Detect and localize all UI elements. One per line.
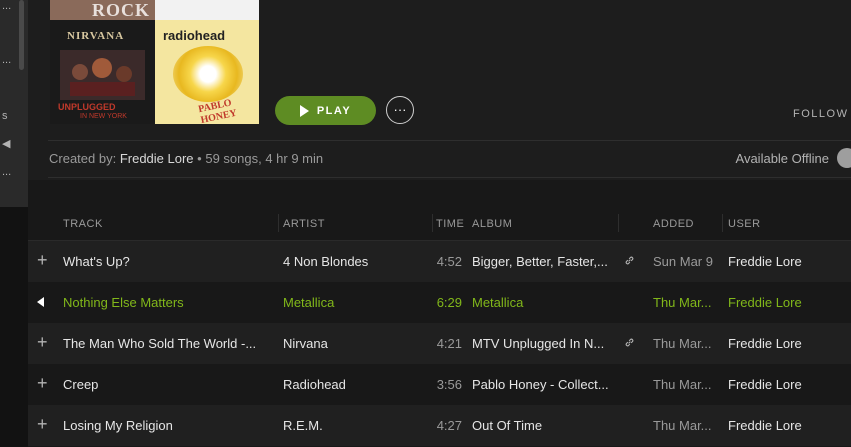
cover-rock-text: ROCK bbox=[92, 0, 150, 20]
table-row[interactable]: + Losing My Religion R.E.M. 4:27 Out Of Time… bbox=[28, 405, 851, 446]
now-playing-speaker-icon[interactable] bbox=[37, 297, 44, 307]
play-icon bbox=[299, 104, 309, 117]
playlist-meta: Created by: Freddie Lore • 59 songs, 4 h… bbox=[49, 151, 323, 166]
column-resizer[interactable] bbox=[432, 214, 433, 232]
available-offline-label: Available Offline bbox=[735, 151, 829, 166]
link-icon[interactable] bbox=[624, 337, 635, 348]
track-duration: 4:52 bbox=[436, 254, 462, 269]
track-duration: 6:29 bbox=[436, 295, 462, 310]
album-link[interactable]: Metallica bbox=[472, 295, 523, 310]
cover-radiohead-art bbox=[173, 46, 243, 102]
cover-tile-nirvana: NIRVANA UNPLUGGED IN NEW YORK bbox=[50, 20, 155, 124]
sidebar-glyph: ... bbox=[2, 54, 12, 66]
cover-tile-radiohead: radiohead PABLO HONEY bbox=[155, 20, 259, 124]
offline-toggle[interactable] bbox=[837, 148, 851, 168]
speaker-icon: ◀ bbox=[2, 138, 11, 150]
table-row[interactable]: + What's Up? 4 Non Blondes 4:52 Bigger, Bett… bbox=[28, 241, 851, 282]
cover-nirvana-logo: NIRVANA bbox=[67, 30, 125, 42]
track-duration: 3:56 bbox=[436, 377, 462, 392]
left-sidebar: ... ... s ◀ ... bbox=[0, 0, 28, 447]
column-resizer[interactable] bbox=[722, 214, 723, 232]
date-added: Thu Mar... bbox=[653, 418, 712, 433]
sidebar-glyph: s bbox=[2, 110, 8, 122]
artist-link[interactable]: Metallica bbox=[283, 295, 334, 310]
cover-radiohead-logo: radiohead bbox=[163, 28, 226, 43]
playlist-summary: • 59 songs, 4 hr 9 min bbox=[197, 151, 324, 166]
user-link[interactable]: Freddie Lore bbox=[728, 336, 802, 351]
track-name[interactable]: Losing My Religion bbox=[63, 418, 173, 433]
play-label: PLAY bbox=[316, 104, 352, 117]
column-resizer[interactable] bbox=[618, 214, 619, 232]
col-header-track[interactable]: TRACK bbox=[63, 218, 103, 230]
col-header-time[interactable]: TIME bbox=[436, 218, 464, 230]
follow-button[interactable]: FOLLOW bbox=[793, 108, 851, 120]
artist-link[interactable]: 4 Non Blondes bbox=[283, 254, 368, 269]
created-by-label: Created by: bbox=[49, 151, 117, 166]
ellipsis-icon: ··· bbox=[393, 102, 407, 117]
user-link[interactable]: Freddie Lore bbox=[728, 377, 802, 392]
add-track-icon[interactable]: + bbox=[37, 415, 48, 433]
add-track-icon[interactable]: + bbox=[37, 374, 48, 392]
user-link[interactable]: Freddie Lore bbox=[728, 295, 802, 310]
artist-link[interactable]: Nirvana bbox=[283, 336, 328, 351]
track-name[interactable]: Nothing Else Matters bbox=[63, 295, 184, 310]
date-added: Thu Mar... bbox=[653, 336, 712, 351]
play-button[interactable]: PLAY bbox=[275, 96, 376, 125]
track-name[interactable]: Creep bbox=[63, 377, 98, 392]
table-header: TRACK ARTIST TIME ALBUM ADDED USER bbox=[28, 206, 851, 241]
sidebar-glyph: ... bbox=[2, 166, 12, 178]
artist-link[interactable]: R.E.M. bbox=[283, 418, 323, 433]
album-link[interactable]: Out Of Time bbox=[472, 418, 542, 433]
playlist-view: ROCK NIRVANA UNPLUGGED IN NEW YORK radio… bbox=[28, 0, 851, 447]
cover-tile-top-right bbox=[155, 0, 259, 20]
album-link[interactable]: Pablo Honey - Collect... bbox=[472, 377, 609, 392]
track-name[interactable]: The Man Who Sold The World -... bbox=[63, 336, 256, 351]
column-resizer[interactable] bbox=[278, 214, 279, 232]
table-row[interactable]: + The Man Who Sold The World -... Nirvana 4… bbox=[28, 323, 851, 364]
cover-nirvana-subtext: IN NEW YORK bbox=[80, 113, 127, 120]
user-link[interactable]: Freddie Lore bbox=[728, 254, 802, 269]
playlist-cover: ROCK NIRVANA UNPLUGGED IN NEW YORK radio… bbox=[50, 0, 259, 124]
playlist-header: ROCK NIRVANA UNPLUGGED IN NEW YORK radio… bbox=[28, 0, 851, 180]
track-duration: 4:21 bbox=[436, 336, 462, 351]
link-icon[interactable] bbox=[624, 255, 635, 266]
date-added: Thu Mar... bbox=[653, 295, 712, 310]
col-header-added[interactable]: ADDED bbox=[653, 218, 694, 230]
meta-divider bbox=[48, 177, 851, 178]
album-link[interactable]: Bigger, Better, Faster,... bbox=[472, 254, 608, 269]
cover-nirvana-text: UNPLUGGED bbox=[58, 102, 116, 112]
col-header-artist[interactable]: ARTIST bbox=[283, 218, 325, 230]
cover-tile-rock: ROCK bbox=[50, 0, 155, 20]
cover-nirvana-art bbox=[60, 50, 145, 100]
sidebar-scrollbar[interactable] bbox=[19, 0, 24, 70]
track-duration: 4:27 bbox=[436, 418, 462, 433]
owner-link[interactable]: Freddie Lore bbox=[120, 151, 194, 166]
sidebar-glyph: ... bbox=[2, 0, 12, 12]
table-row[interactable]: + Creep Radiohead 3:56 Pablo Honey - Collect… bbox=[28, 364, 851, 405]
table-row[interactable]: Nothing Else Matters Metallica 6:29 Metalli… bbox=[28, 282, 851, 323]
date-added: Sun Mar 9 bbox=[653, 254, 713, 269]
add-track-icon[interactable]: + bbox=[37, 251, 48, 269]
album-link[interactable]: MTV Unplugged In N... bbox=[472, 336, 604, 351]
header-divider bbox=[48, 140, 851, 141]
add-track-icon[interactable]: + bbox=[37, 333, 48, 351]
col-header-user[interactable]: USER bbox=[728, 218, 761, 230]
artist-link[interactable]: Radiohead bbox=[283, 377, 346, 392]
more-options-button[interactable]: ··· bbox=[386, 96, 414, 124]
col-header-album[interactable]: ALBUM bbox=[472, 218, 512, 230]
track-name[interactable]: What's Up? bbox=[63, 254, 130, 269]
date-added: Thu Mar... bbox=[653, 377, 712, 392]
user-link[interactable]: Freddie Lore bbox=[728, 418, 802, 433]
